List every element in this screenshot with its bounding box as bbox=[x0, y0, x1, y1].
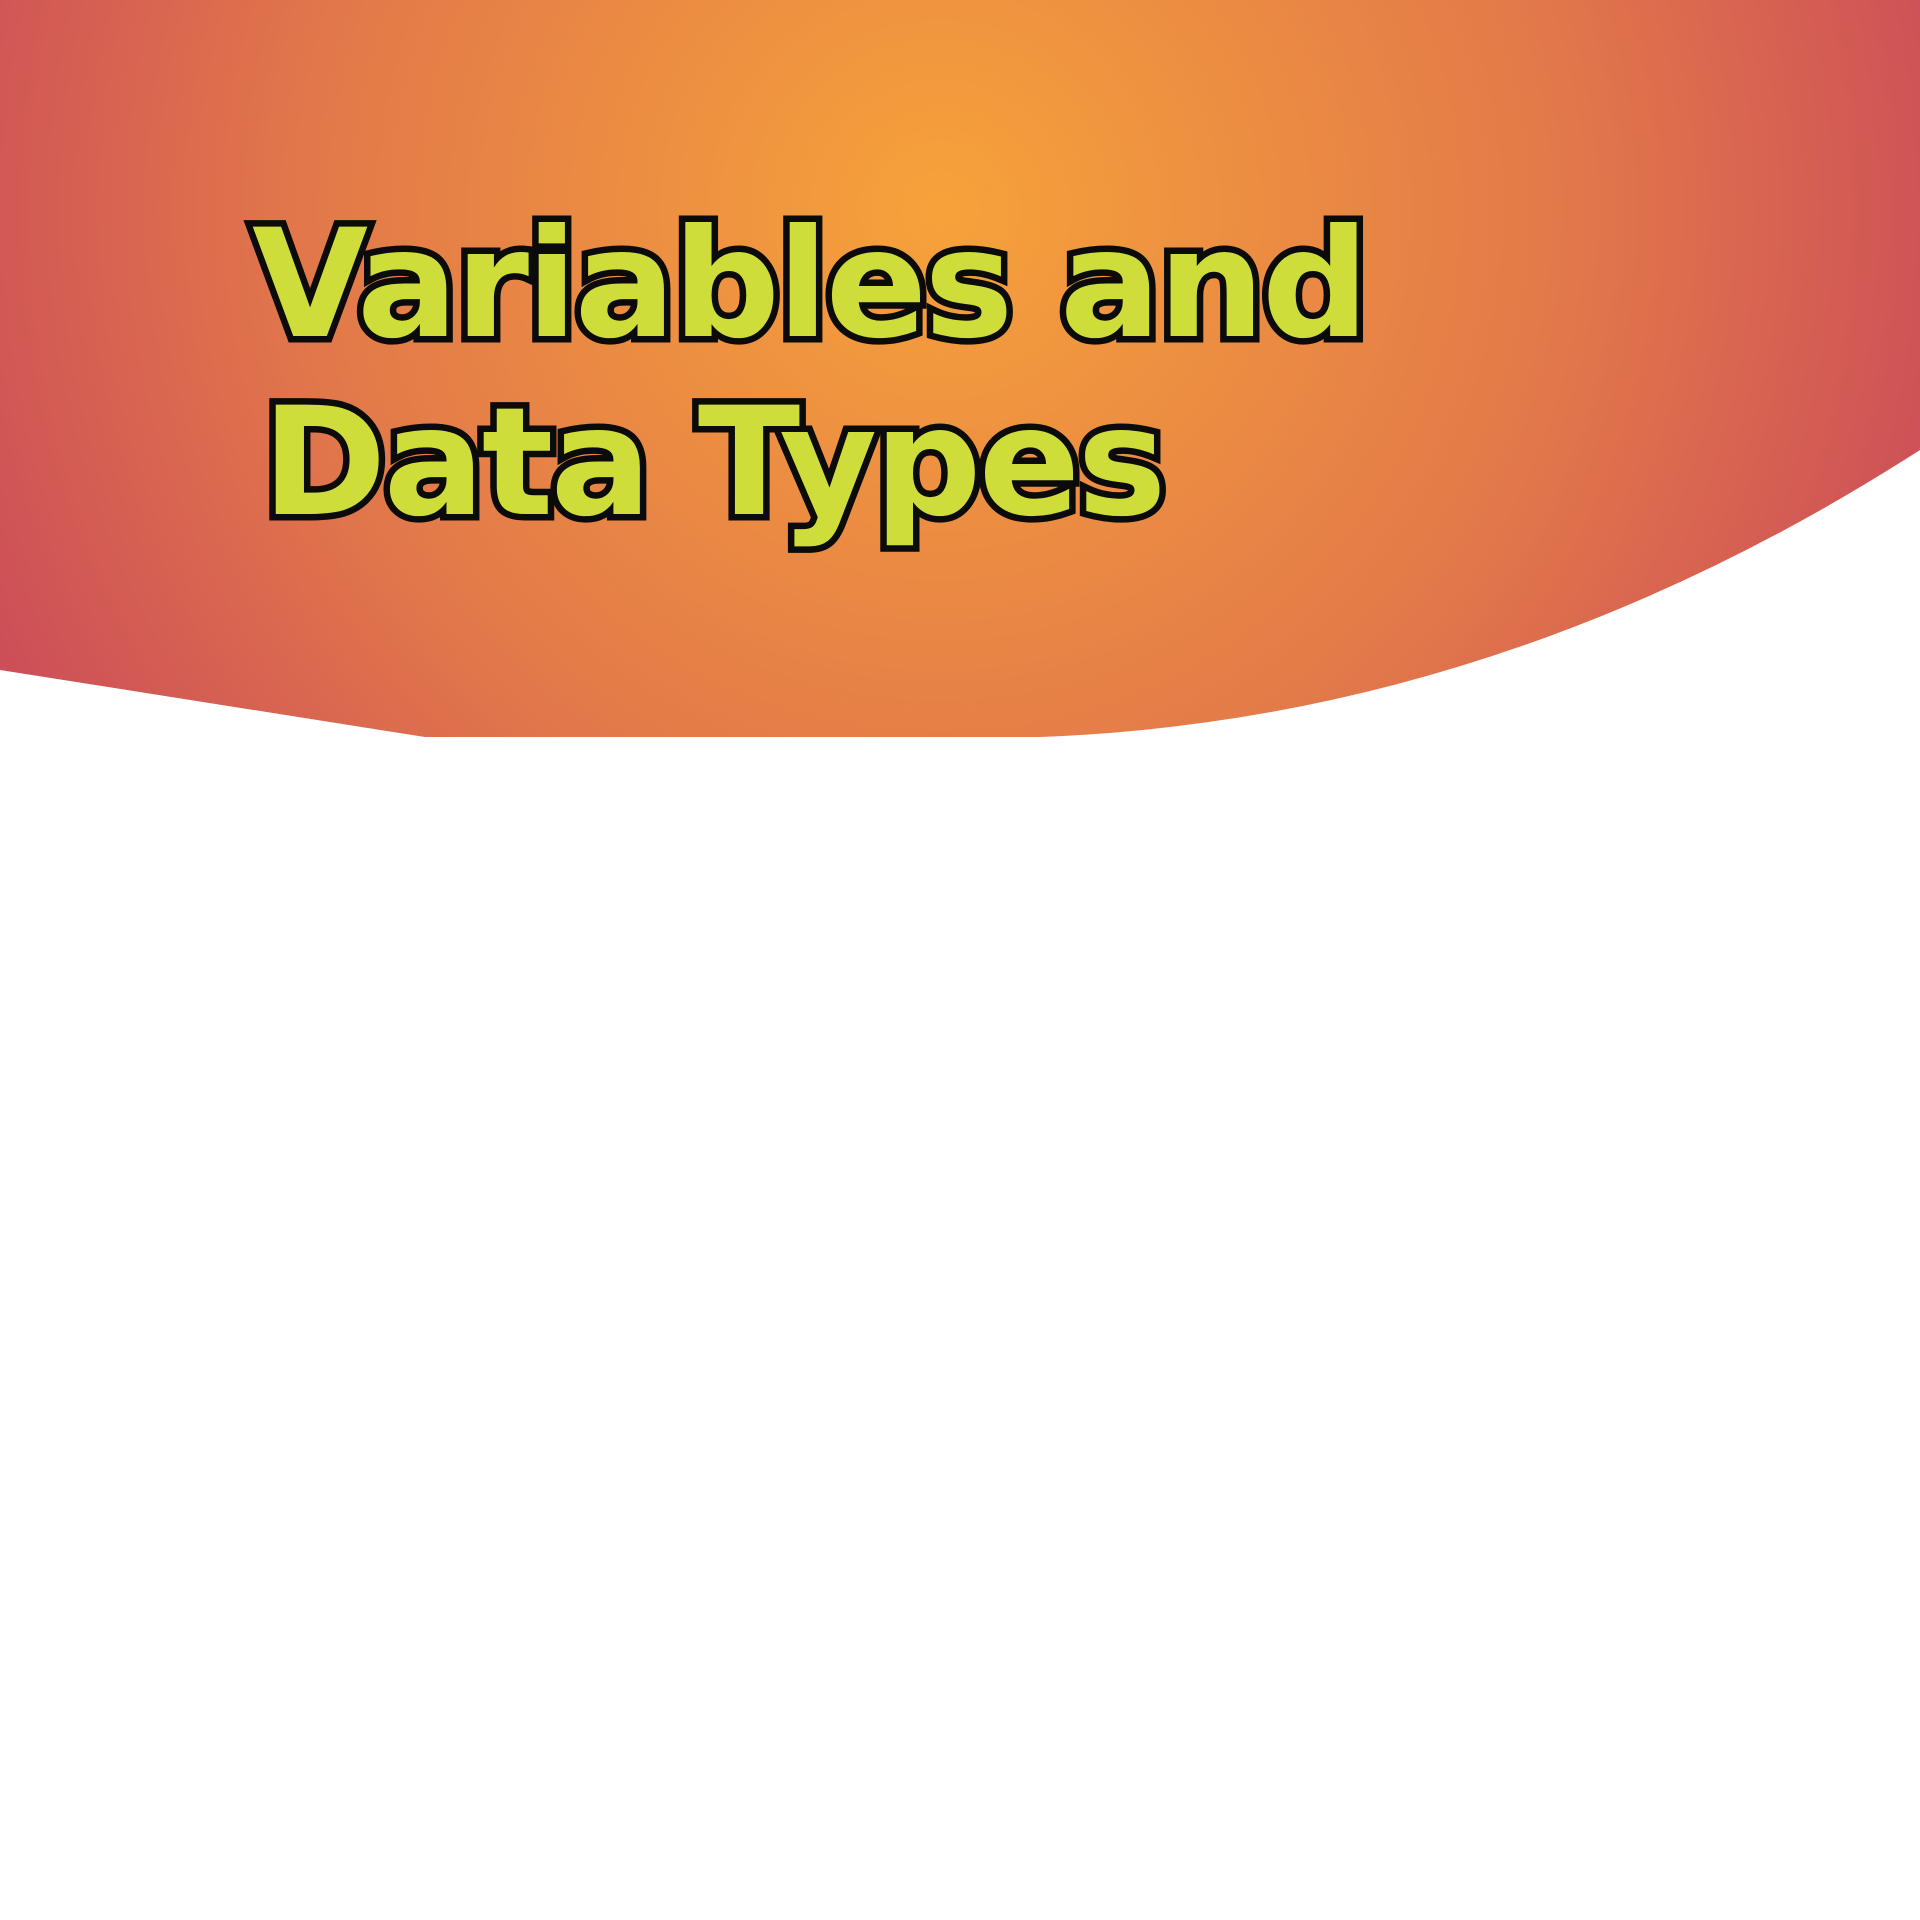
slide-canvas: Variables and Data Types bbox=[0, 0, 1920, 1920]
slide-title: Variables and Data Types bbox=[246, 192, 1376, 557]
title-line-1: Variables and bbox=[246, 192, 1376, 379]
title-line-2: Data Types bbox=[256, 370, 1174, 557]
